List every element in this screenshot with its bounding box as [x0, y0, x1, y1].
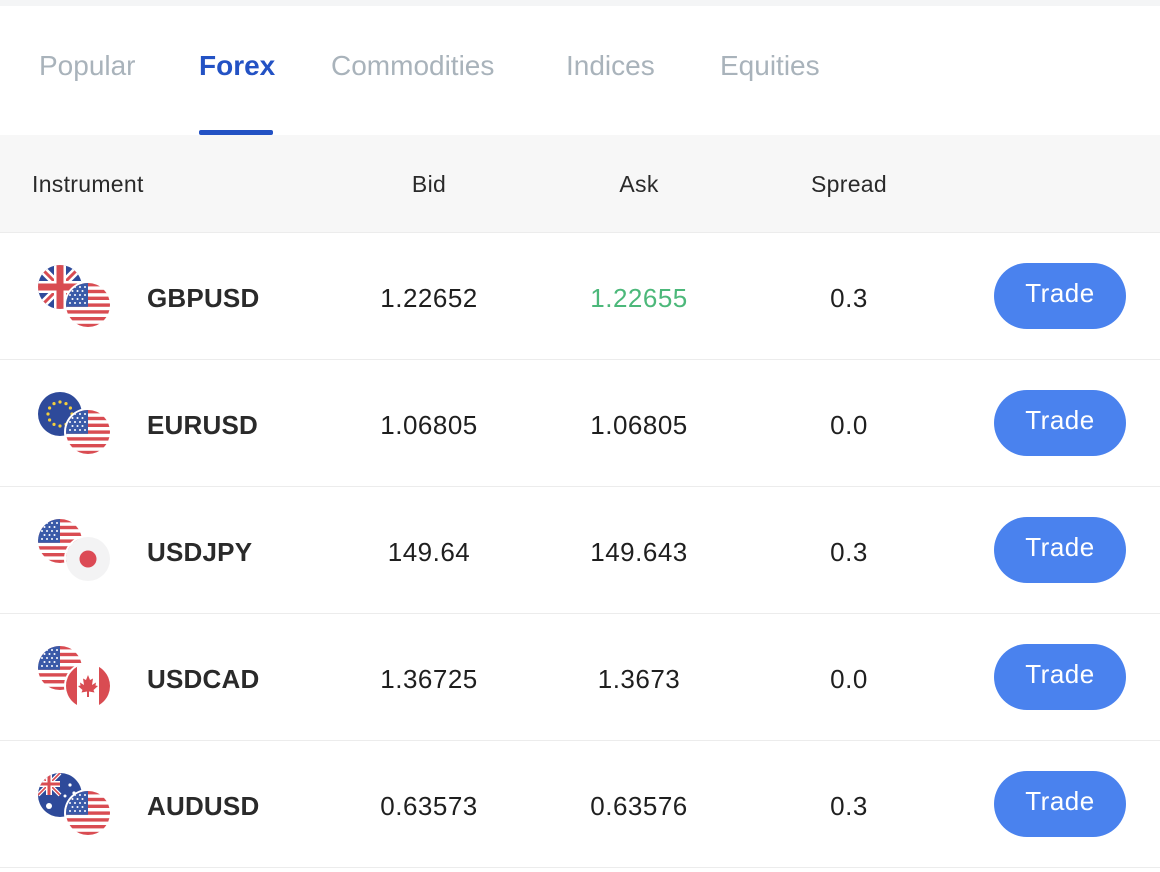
table-row: USDJPY 149.64 149.643 0.3 Trade [0, 487, 1160, 614]
trade-button[interactable]: Trade [994, 517, 1126, 583]
table-header: Instrument Bid Ask Spread [0, 135, 1160, 233]
column-header-ask: Ask [619, 171, 659, 197]
trade-button[interactable]: Trade [994, 644, 1126, 710]
spread-value: 0.0 [830, 664, 868, 694]
instrument-symbol: USDJPY [147, 537, 253, 567]
instrument-symbol: EURUSD [147, 410, 258, 440]
canada-flag-icon [66, 664, 110, 708]
bid-price: 149.64 [387, 537, 471, 567]
tab-indices[interactable]: Indices [566, 50, 655, 82]
instrument-symbol: USDCAD [147, 664, 260, 694]
ask-price: 1.06805 [590, 410, 688, 440]
japan-flag-icon [66, 537, 110, 581]
spread-value: 0.3 [830, 283, 868, 313]
bid-price: 1.22652 [380, 283, 478, 313]
instrument-symbol: GBPUSD [147, 283, 260, 313]
table-row: GBPUSD 1.22652 1.22655 0.3 Trade [0, 233, 1160, 360]
market-tabs: Popular Forex Commodities Indices Equiti… [0, 6, 1160, 135]
bid-price: 1.36725 [380, 664, 478, 694]
instrument-symbol: AUDUSD [147, 791, 260, 821]
table-row: AUDUSD 0.63573 0.63576 0.3 Trade [0, 741, 1160, 868]
currency-pair-flags [38, 773, 114, 837]
currency-pair-flags [38, 646, 114, 710]
bid-price: 0.63573 [380, 791, 478, 821]
ask-price: 1.22655 [590, 283, 688, 313]
trade-button[interactable]: Trade [994, 263, 1126, 329]
us-flag-icon [66, 283, 110, 327]
bid-price: 1.06805 [380, 410, 478, 440]
spread-value: 0.3 [830, 537, 868, 567]
column-header-bid: Bid [411, 171, 447, 197]
table-row: EURUSD 1.06805 1.06805 0.0 Trade [0, 360, 1160, 487]
tab-commodities[interactable]: Commodities [331, 50, 494, 82]
trade-button[interactable]: Trade [994, 390, 1126, 456]
tab-forex[interactable]: Forex [199, 50, 275, 82]
table-row: USDCAD 1.36725 1.3673 0.0 Trade [0, 614, 1160, 741]
column-header-instrument: Instrument [32, 171, 144, 197]
spread-value: 0.0 [830, 410, 868, 440]
currency-pair-flags [38, 392, 114, 456]
column-header-spread: Spread [811, 171, 887, 197]
us-flag-icon [66, 410, 110, 454]
spread-value: 0.3 [830, 791, 868, 821]
currency-pair-flags [38, 265, 114, 329]
currency-pair-flags [38, 519, 114, 583]
tab-equities[interactable]: Equities [720, 50, 820, 82]
tab-popular[interactable]: Popular [39, 50, 136, 82]
us-flag-icon [66, 791, 110, 835]
ask-price: 1.3673 [597, 664, 681, 694]
trade-button[interactable]: Trade [994, 771, 1126, 837]
ask-price: 149.643 [590, 537, 688, 567]
ask-price: 0.63576 [590, 791, 688, 821]
